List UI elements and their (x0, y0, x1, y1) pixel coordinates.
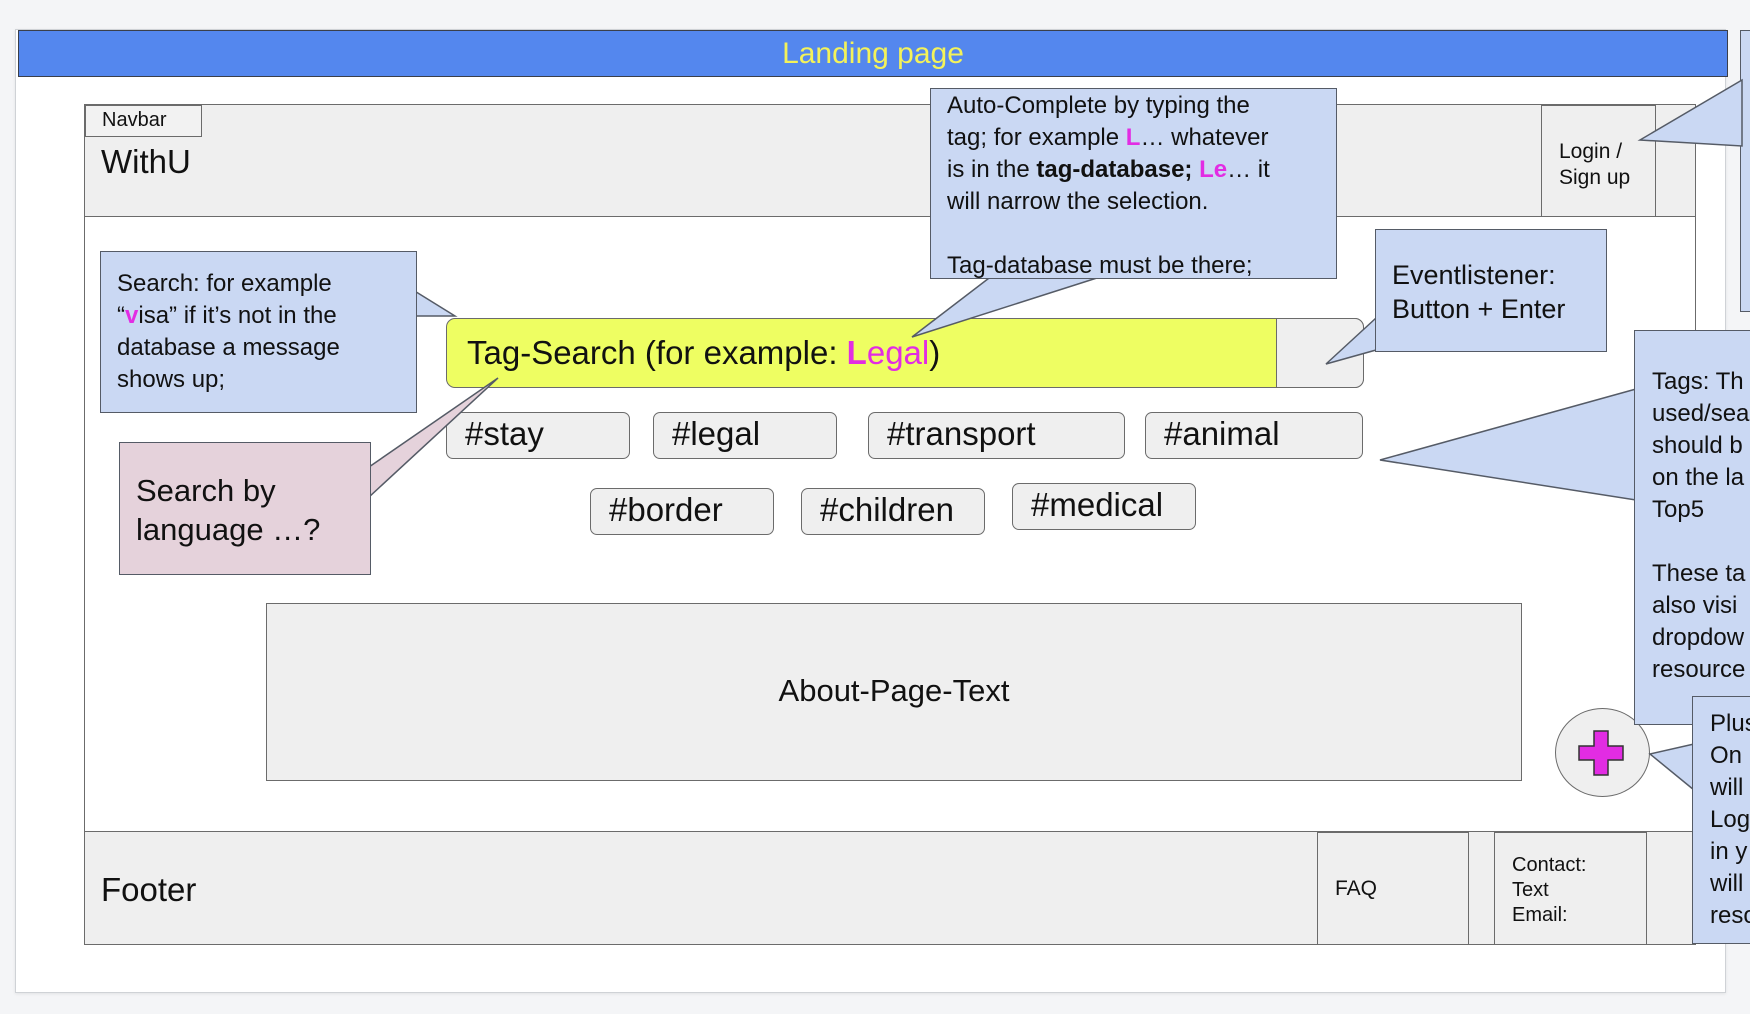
search-callout: Search: for example “visa” if it’s not i… (100, 251, 417, 413)
eventlistener-line1: Eventlistener: (1392, 260, 1556, 290)
autocomplete-line3: is in the tag-database; Le… it (947, 156, 1270, 183)
tags-note-spacer (1652, 526, 1750, 558)
tags-note-line4: on the la (1652, 464, 1745, 491)
tags-note-line1: Tags: Th (1652, 368, 1744, 395)
plus-note-line2: On (1710, 742, 1743, 769)
plus-note-line4: Log (1710, 806, 1750, 833)
language-line2: language …? (136, 512, 321, 547)
search-note-line3: database a message (117, 334, 340, 361)
plus-note-line1: Plus (1710, 710, 1750, 737)
autocomplete-line1: Auto-Complete by typing the (947, 92, 1250, 119)
autocomplete-callout: Auto-Complete by typing the tag; for exa… (930, 88, 1337, 279)
autocomplete-spacer (947, 218, 1336, 250)
search-note-line1: Search: for example (117, 270, 332, 297)
tags-note-line8: dropdow (1652, 624, 1745, 651)
eventlistener-line2: Button + Enter (1392, 294, 1566, 324)
plus-note-line6: will (1710, 870, 1744, 897)
plus-note-line5: in y (1710, 838, 1748, 865)
tags-note-line6: These ta (1652, 560, 1746, 587)
wireframe-canvas: Landing page Navbar WithU Login / Sign u… (0, 0, 1750, 1014)
search-note-line2: “visa” if it’s not in the (117, 302, 337, 329)
language-line1: Search by (136, 473, 276, 508)
autocomplete-line5: Tag-database must be there; (947, 252, 1253, 279)
plus-note-line7: reso (1710, 902, 1750, 929)
tags-note-line5: Top5 (1652, 496, 1705, 523)
eventlistener-callout: Eventlistener: Button + Enter (1375, 229, 1607, 352)
plus-callout: Plus On will Log in y will reso (1692, 696, 1750, 944)
tags-note-line9: resource (1652, 656, 1746, 683)
plus-note-line3: will (1710, 774, 1744, 801)
tags-note-line2: used/sea (1652, 400, 1750, 427)
tags-note-line7: also visi (1652, 592, 1738, 619)
language-callout: Search by language …? (119, 442, 371, 575)
autocomplete-line4: will narrow the selection. (947, 188, 1209, 215)
search-note-line4: shows up; (117, 366, 226, 393)
autocomplete-line2: tag; for example L… whatever (947, 124, 1269, 151)
tags-callout: Tags: Th used/sea should b on the la Top… (1634, 330, 1750, 725)
tags-note-line3: should b (1652, 432, 1743, 459)
